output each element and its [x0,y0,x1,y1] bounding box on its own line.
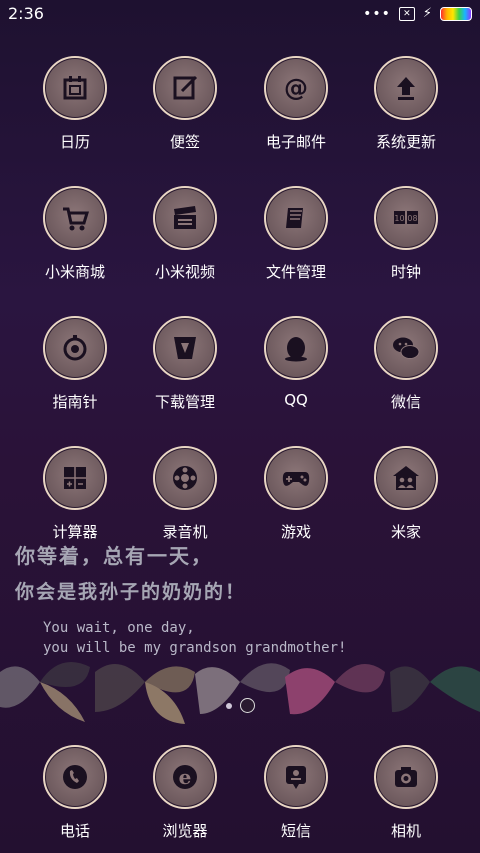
status-icons: ••• ✕ ⚡ [363,6,472,21]
chat-bubbles-icon [393,337,420,359]
app-label: 电话 [59,822,90,840]
app-compass[interactable]: 指南针 [25,316,125,412]
penguin-icon [285,337,307,362]
wallpaper-quote-line-2: 你会是我孙子的奶奶的！ [15,581,247,603]
download-icon [174,337,196,359]
app-label: 录音机 [162,523,208,541]
app-label: 浏览器 [162,822,208,840]
calendar-icon [63,76,87,100]
app-label: 计算器 [52,523,98,541]
app-label: QQ [284,391,308,409]
browser-e-icon: e [173,765,197,789]
dock-camera[interactable]: 相机 [356,745,456,841]
app-qq[interactable]: QQ [246,316,346,409]
sms-icon [286,766,306,789]
app-mi-video[interactable]: 小米视频 [135,186,235,282]
wallpaper-quote-line-1: 你等着，总有一天， [15,544,213,568]
app-label: 米家 [390,523,421,541]
app-mi-store[interactable]: 小米商城 [25,186,125,282]
upload-arrow-icon [397,77,415,100]
app-mi-home[interactable]: 米家 [356,446,456,542]
note-icon [173,75,198,100]
phone-icon [63,765,87,789]
compass-icon [63,335,87,361]
home-people-icon [393,466,419,490]
recorder-icon [173,466,197,490]
app-recorder[interactable]: 录音机 [135,446,235,542]
app-calculator[interactable]: 计算器 [25,446,125,542]
notification-dots: ••• [363,5,391,22]
clapperboard-icon [174,206,196,229]
at-sign-icon: @ [284,74,308,102]
wallpaper-quote: 你等着，总有一天， 你会是我孙子的奶奶的！ You wait, one day,… [15,540,475,656]
status-bar: 2:36 ••• ✕ ⚡ [0,0,480,28]
page-dot [225,702,232,709]
bolt-icon: ⚡ [422,6,432,21]
home-page-icon [239,698,255,713]
app-label: 小米视频 [154,263,215,281]
app-label: 系统更新 [375,133,436,151]
status-time: 2:36 [8,4,44,23]
app-clock[interactable]: 10 08 时钟 [356,186,456,282]
app-games[interactable]: 游戏 [246,446,346,542]
app-notes[interactable]: 便签 [135,56,235,152]
app-label: 微信 [390,393,421,411]
camera-icon [395,767,417,787]
app-label: 短信 [280,822,311,840]
folder-notebook-icon [286,208,303,228]
app-system-update[interactable]: 系统更新 [356,56,456,152]
app-label: 文件管理 [265,263,326,281]
app-label: 指南针 [52,393,98,411]
app-file-manager[interactable]: 文件管理 [246,186,346,282]
page-indicator[interactable] [0,698,480,713]
battery-icon [440,6,472,21]
svg-text:10: 10 [394,214,404,223]
svg-text:08: 08 [407,214,417,223]
dock-phone[interactable]: 电话 [25,745,125,841]
app-label: 时钟 [390,263,421,281]
svg-text:e: e [179,765,192,789]
app-label: 相机 [390,822,421,840]
wallpaper-bows [0,662,480,724]
app-label: 小米商城 [44,263,105,281]
app-label: 便签 [169,133,200,151]
app-wechat[interactable]: 微信 [356,316,456,412]
calculator-icon [64,467,86,489]
app-email[interactable]: @ 电子邮件 [246,56,346,152]
sim-x-icon: ✕ [398,6,415,21]
app-calendar[interactable]: 日历 [25,56,125,152]
app-label: 电子邮件 [265,133,326,151]
app-label: 游戏 [280,523,311,541]
dock-browser[interactable]: e 浏览器 [135,745,235,841]
wallpaper-quote-line-3: You wait, one day, [43,620,195,636]
app-label: 日历 [59,133,90,151]
clock-icon: 10 08 [394,211,418,224]
gamepad-icon [282,472,310,486]
shopping-cart-icon [63,207,90,231]
app-downloads[interactable]: 下载管理 [135,316,235,412]
dock-sms[interactable]: 短信 [246,745,346,841]
app-label: 下载管理 [154,393,215,411]
svg-text:@: @ [284,74,308,102]
